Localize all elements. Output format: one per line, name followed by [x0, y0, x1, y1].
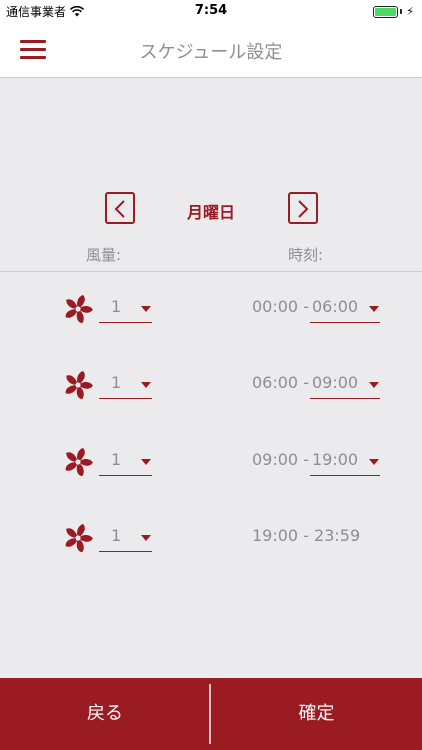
battery-body [373, 5, 399, 18]
time-range: 19:00 - 23:59 [252, 526, 361, 545]
bottom-action-bar: 戻る 確定 [0, 678, 422, 750]
dropdown-caret-icon [141, 535, 151, 541]
fan-level-value: 1 [111, 373, 122, 392]
schedule-screen: 通信事業者 7:54 ⚡ スケジュール設定 月曜日 風量: 時刻: 1 00:0… [0, 0, 422, 750]
dropdown-caret-icon [141, 459, 151, 465]
time-start: 06:00 - [252, 373, 309, 392]
fan-level-value: 1 [111, 526, 122, 545]
end-time-value: 19:00 [312, 450, 359, 469]
status-time: 7:54 [194, 3, 228, 18]
back-button[interactable]: 戻る [0, 678, 210, 750]
dropdown-caret-icon [369, 382, 379, 388]
fan-level-dropdown[interactable]: 1 [99, 369, 152, 399]
fan-level-dropdown[interactable]: 1 [99, 446, 152, 476]
confirm-button[interactable]: 確定 [211, 678, 422, 750]
fan-icon [65, 524, 93, 553]
end-time-dropdown[interactable]: 06:00 [310, 293, 380, 323]
schedule-row: 1 09:00 - 19:00 [0, 440, 422, 484]
fan-level-value: 1 [111, 450, 122, 469]
end-time-value: 09:00 [312, 373, 359, 392]
header-divider [0, 271, 422, 272]
fan-icon [65, 371, 93, 400]
schedule-row: 1 06:00 - 09:00 [0, 363, 422, 407]
schedule-row: 1 00:00 - 06:00 [0, 287, 422, 331]
page-title: スケジュール設定 [139, 42, 283, 63]
end-time-value: 06:00 [312, 297, 359, 316]
fan-level-dropdown[interactable]: 1 [99, 522, 152, 552]
navigation-bar: スケジュール設定 [0, 22, 422, 78]
end-time-dropdown[interactable]: 19:00 [310, 446, 380, 476]
dropdown-caret-icon [369, 306, 379, 312]
time-header: 時刻: [288, 246, 324, 264]
charging-bolt-icon: ⚡ [406, 5, 414, 18]
fan-icon [65, 448, 93, 477]
fan-speed-header: 風量: [86, 246, 122, 264]
status-bar: 通信事業者 7:54 ⚡ [0, 0, 422, 22]
day-label: 月曜日 [186, 203, 235, 222]
schedule-row: 1 19:00 - 23:59 [0, 516, 422, 560]
battery-tip [400, 9, 403, 14]
chevron-right-icon [298, 200, 309, 218]
battery-icon: ⚡ [373, 5, 414, 18]
dropdown-caret-icon [369, 459, 379, 465]
dropdown-caret-icon [141, 382, 151, 388]
day-selector: 月曜日 [0, 192, 422, 226]
fan-level-dropdown[interactable]: 1 [99, 293, 152, 323]
time-start: 09:00 - [252, 450, 309, 469]
battery-level [375, 7, 397, 16]
next-day-button[interactable] [288, 192, 318, 224]
end-time-dropdown[interactable]: 09:00 [310, 369, 380, 399]
time-start: 00:00 - [252, 297, 309, 316]
dropdown-caret-icon [141, 306, 151, 312]
fan-level-value: 1 [111, 297, 122, 316]
fan-icon [65, 295, 93, 324]
